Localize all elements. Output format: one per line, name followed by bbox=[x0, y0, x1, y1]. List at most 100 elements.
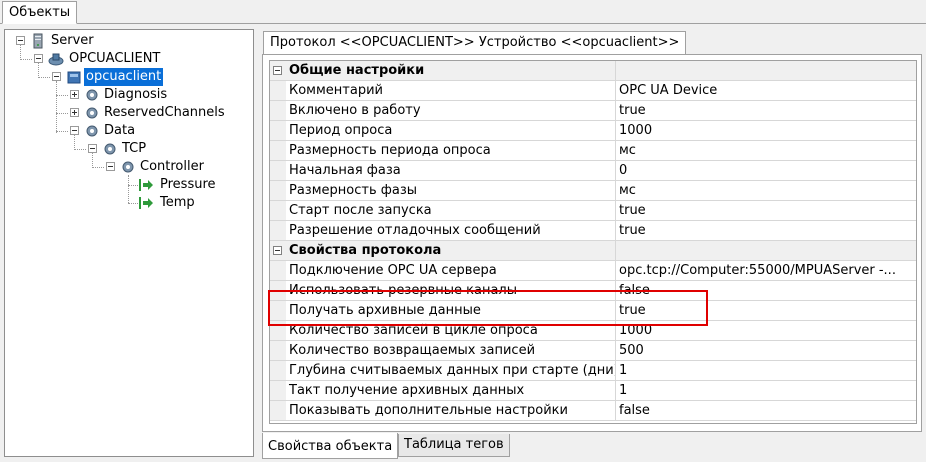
property-value[interactable]: 1 bbox=[616, 361, 916, 380]
tree-node-pressure[interactable]: Pressure bbox=[5, 176, 251, 194]
tree-node-temp[interactable]: Temp bbox=[5, 194, 251, 212]
tree-node-label: Data bbox=[104, 123, 136, 138]
gear-icon bbox=[122, 161, 134, 173]
protocol-icon bbox=[48, 53, 64, 66]
expand-toggle[interactable] bbox=[70, 108, 79, 117]
collapse-toggle[interactable] bbox=[88, 144, 97, 153]
bottom-tabbar: Свойства объекта Таблица тегов bbox=[258, 430, 926, 462]
property-row[interactable]: Размерность фазы мс bbox=[270, 181, 916, 201]
gear-icon bbox=[104, 143, 116, 155]
tab-object-properties[interactable]: Свойства объекта bbox=[262, 433, 399, 459]
property-name: Разрешение отладочных сообщений bbox=[286, 221, 616, 240]
tree-node-server[interactable]: Server bbox=[5, 32, 251, 50]
property-row[interactable]: Глубина считываемых данных при старте (д… bbox=[270, 361, 916, 381]
properties-tabbar: Протокол <<OPCUACLIENT>> Устройство <<op… bbox=[258, 29, 926, 54]
tab-objects[interactable]: Объекты bbox=[2, 1, 78, 24]
expand-toggle[interactable] bbox=[70, 90, 79, 99]
property-value[interactable]: 1000 bbox=[616, 321, 916, 340]
collapse-toggle[interactable] bbox=[106, 162, 115, 171]
property-name: Количество записей в цикле опроса bbox=[286, 321, 616, 340]
property-value[interactable]: true bbox=[616, 221, 916, 240]
property-name: Период опроса bbox=[286, 121, 616, 140]
category-value bbox=[616, 241, 916, 260]
properties-panel: Общие настройки Комментарий OPC UA Device… bbox=[262, 54, 922, 432]
tree-node-controller[interactable]: Controller bbox=[5, 158, 251, 176]
property-value[interactable]: мс bbox=[616, 141, 916, 160]
property-name: Использовать резервные каналы bbox=[286, 281, 616, 300]
tree-node-opcuaclient-protocol[interactable]: OPCUACLIENT bbox=[5, 50, 251, 68]
property-name: Такт получение архивных данных bbox=[286, 381, 616, 400]
property-value[interactable]: false bbox=[616, 281, 916, 300]
tree-node-opcuaclient-device[interactable]: opcuaclient bbox=[5, 68, 251, 86]
property-row[interactable]: Подключение OPC UA сервера opc.tcp://Comp… bbox=[270, 261, 916, 281]
property-value[interactable]: 500 bbox=[616, 341, 916, 360]
collapse-toggle[interactable] bbox=[52, 72, 61, 81]
property-row[interactable]: Использовать резервные каналы false bbox=[270, 281, 916, 301]
tree-node-label: Diagnosis bbox=[104, 87, 168, 102]
property-row[interactable]: Получать архивные данные true bbox=[270, 301, 916, 321]
property-row[interactable]: Старт после запуска true bbox=[270, 201, 916, 221]
category-label: Общие настройки bbox=[286, 61, 616, 80]
property-row[interactable]: Начальная фаза 0 bbox=[270, 161, 916, 181]
object-tree[interactable]: Server OPCUACLIENT opcuaclient Diagnosis bbox=[4, 29, 254, 457]
property-value[interactable]: true bbox=[616, 301, 916, 320]
tab-tag-table[interactable]: Таблица тегов bbox=[398, 434, 510, 457]
tree-node-label: Pressure bbox=[160, 177, 216, 192]
property-name: Количество возвращаемых записей bbox=[286, 341, 616, 360]
tree-node-label: ReservedChannels bbox=[104, 105, 225, 120]
property-name: Начальная фаза bbox=[286, 161, 616, 180]
property-name: Размерность фазы bbox=[286, 181, 616, 200]
tree-node-reserved-channels[interactable]: ReservedChannels bbox=[5, 104, 251, 122]
tree-node-label: Server bbox=[51, 33, 94, 48]
property-value[interactable]: 0 bbox=[616, 161, 916, 180]
property-row[interactable]: Количество возвращаемых записей 500 bbox=[270, 341, 916, 361]
collapse-toggle[interactable] bbox=[34, 54, 43, 63]
device-icon bbox=[67, 71, 81, 84]
property-row[interactable]: Период опроса 1000 bbox=[270, 121, 916, 141]
property-value[interactable]: opc.tcp://Computer:55000/MPUAServer -... bbox=[616, 261, 916, 280]
tree-node-label: Controller bbox=[140, 159, 204, 174]
property-name: Размерность периода опроса bbox=[286, 141, 616, 160]
property-value[interactable]: true bbox=[616, 101, 916, 120]
tree-node-diagnosis[interactable]: Diagnosis bbox=[5, 86, 251, 104]
top-tabbar: Объекты bbox=[0, 0, 926, 24]
tree-node-data[interactable]: Data bbox=[5, 122, 251, 140]
property-name: Получать архивные данные bbox=[286, 301, 616, 320]
category-protocol[interactable]: Свойства протокола bbox=[270, 241, 916, 261]
property-value[interactable]: 1 bbox=[616, 381, 916, 400]
tree-node-tcp[interactable]: TCP bbox=[5, 140, 251, 158]
property-name: Глубина считываемых данных при старте (д… bbox=[286, 361, 616, 380]
tag-arrow-icon bbox=[139, 179, 153, 191]
property-row[interactable]: Размерность периода опроса мс bbox=[270, 141, 916, 161]
tree-node-label: TCP bbox=[122, 141, 147, 156]
property-value[interactable]: 1000 bbox=[616, 121, 916, 140]
property-value[interactable]: мс bbox=[616, 181, 916, 200]
property-value[interactable]: OPC UA Device bbox=[616, 81, 916, 100]
property-name: Показывать дополнительные настройки bbox=[286, 401, 616, 420]
gear-icon bbox=[86, 125, 98, 137]
tab-protocol-device[interactable]: Протокол <<OPCUACLIENT>> Устройство <<op… bbox=[263, 31, 687, 54]
property-value[interactable]: true bbox=[616, 201, 916, 220]
category-label: Свойства протокола bbox=[286, 241, 616, 260]
property-row[interactable]: Такт получение архивных данных 1 bbox=[270, 381, 916, 401]
collapse-toggle[interactable] bbox=[70, 126, 79, 135]
category-general[interactable]: Общие настройки bbox=[270, 61, 916, 81]
property-row[interactable]: Комментарий OPC UA Device bbox=[270, 81, 916, 101]
gear-icon bbox=[86, 107, 98, 119]
collapse-toggle[interactable] bbox=[273, 66, 282, 75]
tree-node-label: OPCUACLIENT bbox=[69, 51, 161, 66]
property-row[interactable]: Включено в работу true bbox=[270, 101, 916, 121]
property-row[interactable]: Показывать дополнительные настройки false bbox=[270, 401, 916, 421]
property-name: Подключение OPC UA сервера bbox=[286, 261, 616, 280]
server-icon bbox=[33, 33, 43, 49]
property-grid[interactable]: Общие настройки Комментарий OPC UA Device… bbox=[269, 60, 917, 424]
property-name: Комментарий bbox=[286, 81, 616, 100]
collapse-toggle[interactable] bbox=[273, 246, 282, 255]
property-row[interactable]: Разрешение отладочных сообщений true bbox=[270, 221, 916, 241]
tree-node-label: opcuaclient bbox=[84, 68, 164, 86]
tree-node-label: Temp bbox=[160, 195, 195, 210]
property-value[interactable]: false bbox=[616, 401, 916, 420]
collapse-toggle[interactable] bbox=[16, 36, 25, 45]
tag-arrow-icon bbox=[139, 197, 153, 209]
property-row[interactable]: Количество записей в цикле опроса 1000 bbox=[270, 321, 916, 341]
